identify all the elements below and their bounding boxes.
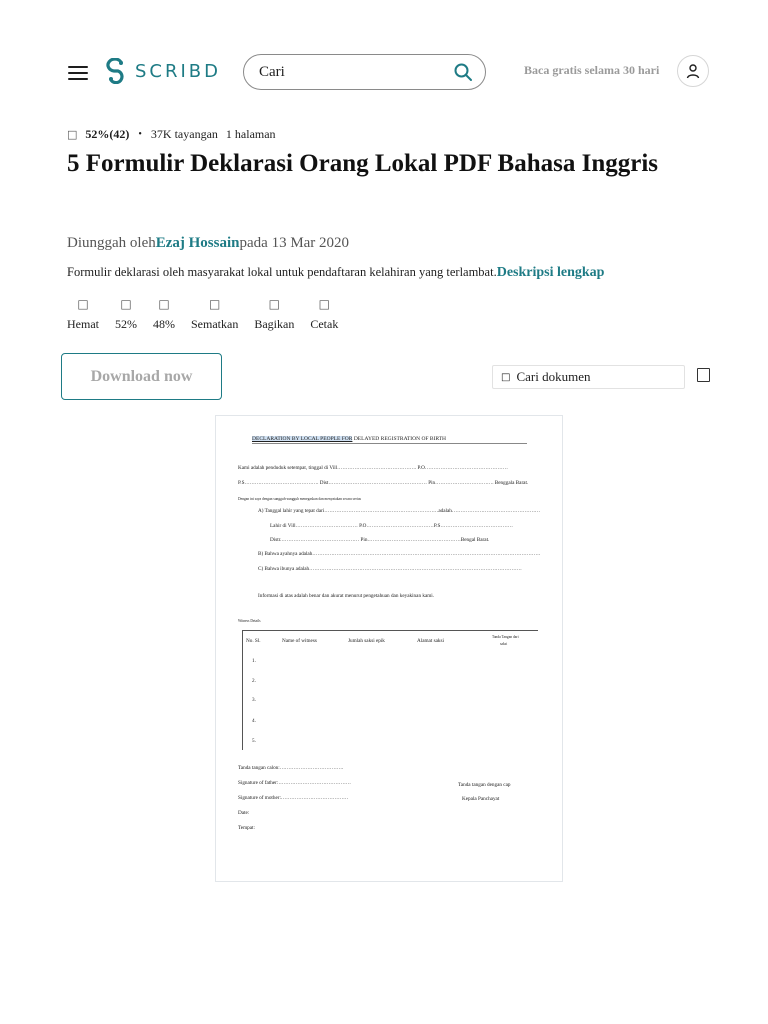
uploader-prefix: Diunggah oleh [67, 235, 156, 251]
menu-bar [68, 78, 88, 80]
search-input[interactable] [259, 63, 453, 81]
table-header: Tanda Tangan dari [492, 635, 519, 639]
scribd-logo[interactable]: SCRIBD [105, 58, 221, 84]
download-button[interactable]: Download now [61, 353, 222, 400]
downvote-button[interactable]: □ 48% [153, 295, 175, 332]
signature-line: Signature of father:…………………………………… [238, 780, 351, 786]
description-text: Formulir deklarasi oleh masyarakat lokal… [67, 265, 497, 279]
fullscreen-icon[interactable] [697, 368, 710, 382]
table-border [242, 630, 243, 750]
stamp-label: Tanda tangan dengan cap [458, 782, 511, 788]
user-icon [686, 64, 700, 79]
upvote-button[interactable]: □ 52% [115, 295, 137, 332]
table-row: 5. [252, 738, 256, 744]
table-row: 1. [252, 658, 256, 664]
embed-label: Sematkan [191, 317, 239, 331]
thumbs-down-icon: □ [158, 297, 170, 311]
document-description: Formulir deklarasi oleh masyarakat lokal… [67, 265, 604, 281]
logo-text: SCRIBD [135, 60, 222, 82]
thumbs-up-icon: □ [120, 297, 132, 311]
document-title: 5 Formulir Deklarasi Orang Lokal PDF Bah… [67, 150, 659, 177]
upload-date: pada 13 Mar 2020 [239, 235, 350, 251]
signature-line: Tanda tangan calon:………………………………. [238, 765, 344, 771]
document-search-input[interactable]: □ Cari dokumen [492, 365, 685, 389]
thumbs-up-icon: □ [67, 128, 78, 141]
document-actions: □ Hemat □ 52% □ 48% □ Sematkan □ Bagikan… [67, 295, 354, 332]
print-icon: □ [318, 297, 330, 311]
table-header: Alamat saksi [417, 638, 444, 644]
search-icon[interactable] [453, 62, 473, 82]
downvote-label: 48% [153, 317, 175, 331]
scribd-logo-icon [106, 58, 124, 84]
free-trial-link[interactable]: Baca gratis selama 30 hari [524, 63, 659, 78]
doc-info: Informasi di atas adalah benar dan akura… [258, 593, 435, 599]
heading-highlight: DECLARATION BY LOCAL PEOPLE FOR [252, 436, 353, 442]
table-header: Name of witness [282, 638, 317, 644]
menu-bar [68, 66, 88, 68]
separator-dot: • [138, 129, 142, 140]
share-label: Bagikan [254, 317, 295, 331]
table-header: saksi [500, 642, 508, 646]
table-border [242, 630, 538, 631]
doc-line: P.S……………………………………. Dist……………………………………………… [238, 480, 529, 486]
menu-button[interactable] [68, 66, 88, 80]
doc-item: B) Bahwa ayahnya adalah……………………………………………… [258, 551, 541, 557]
document-page: DECLARATION BY LOCAL PEOPLE FOR DELAYED … [215, 415, 563, 882]
view-count: 37K tayangan [150, 127, 218, 141]
table-row: 3. [252, 697, 256, 703]
table-row: 2. [252, 678, 256, 684]
uploader-line: Diunggah olehEzaj Hossainpada 13 Mar 202… [67, 235, 349, 252]
full-description-link[interactable]: Deskripsi lengkap [497, 265, 605, 280]
upvote-label: 52% [115, 317, 137, 331]
print-button[interactable]: □ Cetak [310, 295, 338, 332]
embed-icon: □ [208, 297, 221, 311]
document-heading: DECLARATION BY LOCAL PEOPLE FOR DELAYED … [252, 436, 446, 442]
document-meta: □ 52%(42) • 37K tayangan 1 halaman [67, 127, 276, 142]
menu-bar [68, 72, 88, 74]
bookmark-icon: □ [77, 297, 89, 311]
table-header: No. Sl. [246, 638, 261, 644]
doc-line: Kami adalah penduduk setempat, tinggal d… [238, 465, 508, 471]
table-row: 4. [252, 718, 256, 724]
share-button[interactable]: □ Bagikan [254, 295, 294, 332]
save-label: Hemat [67, 317, 99, 331]
share-icon: □ [268, 297, 280, 311]
search-bar[interactable] [243, 54, 486, 90]
save-button[interactable]: □ Hemat [67, 295, 99, 332]
heading-underline [252, 443, 527, 444]
witness-label: Witness Details [238, 619, 261, 623]
doc-item: C) Bahwa ibunya adalah………………………………………………… [258, 566, 522, 572]
embed-button[interactable]: □ Sematkan [191, 295, 238, 332]
heading-rest: DELAYED REGISTRATION OF BIRTH [352, 436, 447, 442]
print-label: Cetak [310, 317, 339, 331]
doc-item: Lahir di Vill……………………………… P.O……………………………… [270, 523, 513, 529]
page-count: 1 halaman [225, 127, 276, 141]
uploader-name-link[interactable]: Ezaj Hossain [156, 235, 240, 251]
doc-item: A) Tanggal lahir yang tepat dari……………………… [258, 508, 541, 514]
date-line: Date: [238, 810, 250, 816]
table-header: Jumlah saksi epik [348, 638, 385, 644]
doc-line: Dengan ini saya dengan sungguh-sungguh m… [238, 497, 362, 501]
account-button[interactable] [677, 55, 709, 87]
signature-line: Signature of mother:………………………………… [238, 795, 349, 801]
document-search-label: Cari dokumen [516, 369, 591, 384]
rating-value: 52%(42) [85, 127, 130, 141]
doc-item: Distr.……………………………………… Pin………………………………………… [270, 537, 490, 543]
stamp-label: Kepala Panchayat [462, 796, 500, 802]
place-line: Tempat: [238, 825, 255, 831]
search-icon: □ [501, 371, 511, 383]
